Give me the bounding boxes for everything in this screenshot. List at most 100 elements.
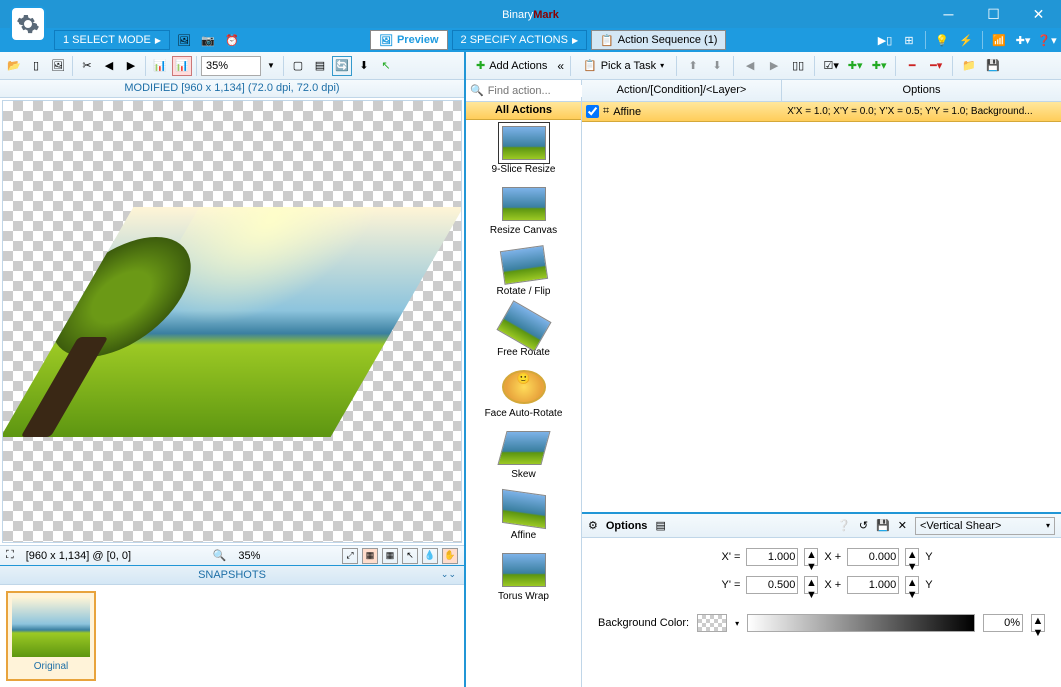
maximize-button[interactable]: ☐	[971, 0, 1016, 28]
pick-task-button[interactable]: 📋Pick a Task▾	[577, 57, 670, 74]
ribbon-btn-3[interactable]: ⏰	[222, 30, 242, 50]
spinner[interactable]: ▲▼	[1031, 614, 1045, 632]
nav-prev-icon[interactable]: ◀	[740, 56, 760, 76]
folder-icon[interactable]: 📁	[959, 56, 979, 76]
minimize-button[interactable]: ─	[926, 0, 971, 28]
close-button[interactable]: ✕	[1016, 0, 1061, 28]
row-checkbox[interactable]	[586, 105, 599, 118]
yy-input[interactable]	[847, 576, 899, 594]
fill-icon[interactable]: ▦	[382, 548, 398, 564]
action-face-auto-rotate[interactable]: 🙂Face Auto-Rotate	[466, 364, 581, 425]
nav-up-icon[interactable]: ⬆	[683, 56, 703, 76]
ribbon-btn-2[interactable]: 📷	[198, 30, 218, 50]
help-icon[interactable]: ❓▾	[1039, 32, 1055, 48]
alpha-input[interactable]	[983, 614, 1023, 632]
spinner[interactable]: ▲▼	[905, 548, 919, 566]
cut-icon[interactable]: ✂	[77, 56, 97, 76]
collapse-button[interactable]: «	[557, 59, 564, 73]
xy-input[interactable]	[847, 548, 899, 566]
delete-icon[interactable]: ✕	[898, 519, 907, 532]
tab-preview[interactable]: 🖼 Preview	[370, 30, 448, 50]
check-icon[interactable]: ☑▾	[821, 56, 841, 76]
open-icon[interactable]: 📂	[4, 56, 24, 76]
search-icon: 🔍	[470, 84, 484, 97]
preview-toolbar: 📂 ▯ 🖼 ✂ ◀ ▶ 📊 📊 ▼ ▢ ▤ 🔄 ⬇ ↖	[0, 52, 464, 80]
square-icon[interactable]: ▢	[288, 56, 308, 76]
gear-settings[interactable]	[10, 6, 46, 42]
go-icon[interactable]: ↖	[376, 56, 396, 76]
chevron-down-icon: ⌄⌄	[441, 569, 456, 580]
help-icon[interactable]: ❔	[837, 519, 851, 532]
stack-icon[interactable]: ▤	[310, 56, 330, 76]
spinner[interactable]: ▲▼	[804, 548, 818, 566]
remove-all-icon[interactable]: ━▾	[926, 56, 946, 76]
picker-icon[interactable]: 💧	[422, 548, 438, 564]
zoom-dropdown[interactable]: ▼	[263, 56, 279, 76]
bg-color-label: Background Color:	[598, 617, 689, 629]
new-icon[interactable]: ▯	[26, 56, 46, 76]
preview-canvas[interactable]	[2, 100, 462, 543]
plus-icon[interactable]: ✚▾	[1015, 32, 1031, 48]
fit-icon[interactable]: ⤢	[342, 548, 358, 564]
tab-action-sequence[interactable]: 📋 Action Sequence (1)	[591, 30, 726, 50]
tab-select-mode[interactable]: 1 SELECT MODE ▶	[54, 30, 170, 50]
hand-icon[interactable]: ✋	[442, 548, 458, 564]
action-free-rotate[interactable]: Free Rotate	[466, 303, 581, 364]
save-icon[interactable]: 💾	[983, 56, 1003, 76]
action-resize-canvas[interactable]: Resize Canvas	[466, 181, 581, 242]
col-options-header[interactable]: Options	[782, 80, 1061, 101]
xplus-label: X +	[824, 579, 841, 591]
grid-icon[interactable]: ⊞	[901, 32, 917, 48]
nav-down-icon[interactable]: ⬇	[707, 56, 727, 76]
save-icon[interactable]: 💾	[876, 519, 890, 532]
options-tab2-icon[interactable]: ▤	[655, 519, 665, 532]
usb-icon[interactable]: ⚡	[958, 32, 974, 48]
action-9slice[interactable]: 9-Slice Resize	[466, 120, 581, 181]
yx-input[interactable]	[746, 576, 798, 594]
swatch-dd[interactable]: ▾	[735, 619, 739, 628]
snapshots-header[interactable]: SNAPSHOTS ⌄⌄	[0, 565, 464, 585]
action-rotate-flip[interactable]: Rotate / Flip	[466, 242, 581, 303]
snapshot-item[interactable]: Original	[6, 591, 96, 681]
levels-icon[interactable]: 📊	[172, 56, 192, 76]
alpha-slider[interactable]	[747, 614, 975, 632]
forward-icon[interactable]: ▶	[121, 56, 141, 76]
sequence-row[interactable]: ⌗ Affine X'X = 1.0; X'Y = 0.0; Y'X = 0.5…	[582, 102, 1061, 122]
ribbon: 1 SELECT MODE ▶ 🖼 📷 ⏰ 🖼 Preview 2 SPECIF…	[0, 28, 1061, 52]
pointer-icon[interactable]: ↖	[402, 548, 418, 564]
add-layer-icon[interactable]: ✚▾	[869, 56, 889, 76]
remove-icon[interactable]: ━	[902, 56, 922, 76]
add-actions-button[interactable]: ✚Add Actions	[470, 57, 553, 74]
ribbon-btn-1[interactable]: 🖼	[174, 30, 194, 50]
action-torus-wrap[interactable]: Torus Wrap	[466, 547, 581, 608]
spinner[interactable]: ▲▼	[804, 576, 818, 594]
rss-icon[interactable]: 📶	[991, 32, 1007, 48]
histogram-icon[interactable]: 📊	[150, 56, 170, 76]
snapshots-list: Original	[0, 585, 464, 687]
refresh-icon[interactable]: 🔄	[332, 56, 352, 76]
preset-combo[interactable]: <Vertical Shear>▾	[915, 517, 1055, 535]
xx-input[interactable]	[746, 548, 798, 566]
titlebar: BinaryMark ─ ☐ ✕	[0, 0, 1061, 28]
actual-icon[interactable]: ▦	[362, 548, 378, 564]
bulb-icon[interactable]: 💡	[934, 32, 950, 48]
action-skew[interactable]: Skew	[466, 425, 581, 486]
all-actions-header[interactable]: All Actions	[466, 102, 581, 120]
tab-specify-actions[interactable]: 2 SPECIFY ACTIONS ▶	[452, 30, 588, 50]
options-body: X' = ▲▼ X + ▲▼ Y Y' = ▲▼ X + ▲▼ Y	[582, 538, 1061, 687]
back-icon[interactable]: ◀	[99, 56, 119, 76]
dup-icon[interactable]: ▯▯	[788, 56, 808, 76]
add-green-icon[interactable]: ✚▾	[845, 56, 865, 76]
tab-label: Action Sequence (1)	[618, 34, 718, 46]
col-action-header[interactable]: Action/[Condition]/<Layer>	[582, 80, 782, 101]
spinner[interactable]: ▲▼	[905, 576, 919, 594]
cmd-icon[interactable]: ▶▯	[877, 32, 893, 48]
down-icon[interactable]: ⬇	[354, 56, 374, 76]
action-affine[interactable]: Affine	[466, 486, 581, 547]
bg-color-swatch[interactable]	[697, 614, 727, 632]
image-icon[interactable]: 🖼	[48, 56, 68, 76]
zoom-input[interactable]	[201, 56, 261, 76]
nav-next-icon[interactable]: ▶	[764, 56, 784, 76]
undo-icon[interactable]: ↺	[859, 519, 868, 532]
preview-title: MODIFIED [960 x 1,134] (72.0 dpi, 72.0 d…	[0, 80, 464, 98]
